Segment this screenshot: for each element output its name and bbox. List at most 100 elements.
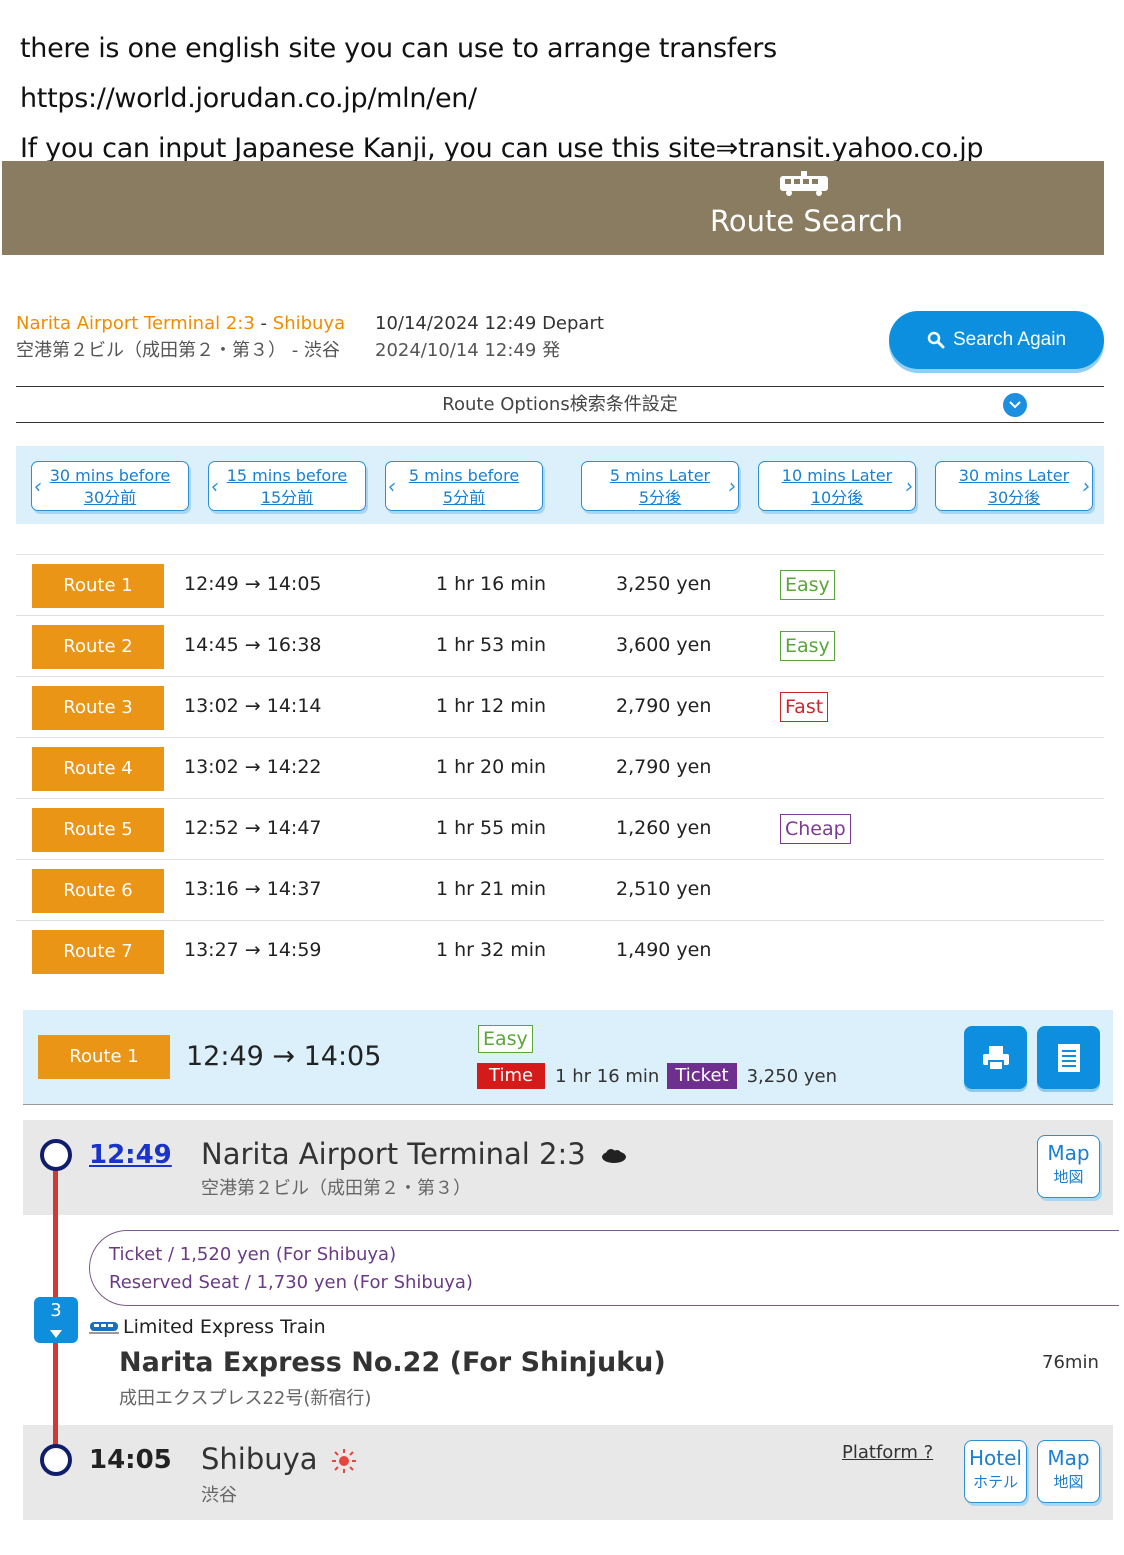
stations-en: Narita Airport Terminal 2:3 - Shibuya (16, 310, 345, 337)
stop-marker (40, 1444, 72, 1476)
arrival-map-button[interactable]: Map 地図 (1037, 1440, 1100, 1503)
route-search-banner: Route Search (2, 161, 1104, 255)
departure-name-jp: 空港第２ビル（成田第２・第３） (201, 1178, 471, 1199)
ticket-label: Ticket (667, 1063, 737, 1089)
train-name-jp: 成田エクスプレス22号(新宿行) (119, 1388, 372, 1409)
arrival-name-jp: 渋谷 (201, 1485, 237, 1506)
document-icon (1057, 1043, 1080, 1072)
route-badge[interactable]: Route 6 (32, 869, 164, 913)
train-icon (780, 171, 828, 196)
chevron-right-icon: › (1082, 474, 1090, 498)
shift-label-jp: 5分前 (442, 488, 486, 507)
route-times: 13:02 → 14:22 (184, 756, 322, 778)
departure-time-link[interactable]: 12:49 (89, 1140, 172, 1170)
route-times: 14:45 → 16:38 (184, 634, 322, 656)
platform-number-badge: 3 (34, 1297, 78, 1343)
route-tag: Easy (780, 631, 835, 661)
search-datetime: 10/14/2024 12:49 Depart 2024/10/14 12:49… (375, 310, 604, 364)
shift-label-jp: 15分前 (260, 488, 314, 507)
hotel-button[interactable]: Hotel ホテル (964, 1440, 1027, 1503)
time-label: Time (477, 1063, 546, 1089)
ticket-info: Ticket / 1,520 yen (For Shibuya) Reserve… (89, 1230, 1119, 1306)
shift-label-jp: 30分前 (83, 488, 137, 507)
intro-line-1: there is one english site you can use to… (20, 33, 777, 64)
chevron-down-icon[interactable] (1003, 393, 1027, 417)
route-badge[interactable]: Route 5 (32, 808, 164, 852)
shift-5-later-button[interactable]: 5 mins Later 5分後 › (581, 461, 739, 511)
route-options-label: Route Options検索条件設定 (442, 394, 678, 415)
route-row[interactable]: Route 1 12:49 → 14:05 1 hr 16 min 3,250 … (16, 555, 1104, 616)
route-times: 13:27 → 14:59 (184, 939, 322, 961)
intro-link-jorudan[interactable]: https://world.jorudan.co.jp/mln/en/ (20, 74, 1110, 124)
route-fare: 3,600 yen (616, 634, 712, 656)
intro-text: there is one english site you can use to… (20, 24, 1110, 174)
arrival-station-name: Shibuya (201, 1442, 357, 1476)
arrival-name: Shibuya (201, 1442, 318, 1476)
route-options-toggle[interactable]: Route Options検索条件設定 (16, 386, 1104, 423)
page-title: Route Search (710, 204, 904, 238)
hotel-label: Hotel (969, 1446, 1022, 1470)
train-duration: 76min (1042, 1352, 1099, 1373)
route-row[interactable]: Route 3 13:02 → 14:14 1 hr 12 min 2,790 … (16, 677, 1104, 738)
route-badge[interactable]: Route 2 (32, 625, 164, 669)
to-station: Shibuya (272, 313, 346, 334)
shift-label-en: 30 mins before (49, 466, 171, 485)
route-duration: 1 hr 12 min (436, 695, 547, 717)
search-again-label: Search Again (952, 329, 1067, 350)
route-times: 13:02 → 14:14 (184, 695, 322, 717)
station-separator: - (254, 313, 273, 334)
route-row[interactable]: Route 2 14:45 → 16:38 1 hr 53 min 3,600 … (16, 616, 1104, 677)
shift-label-jp: 10分後 (810, 488, 864, 507)
departure-stop: 12:49 Narita Airport Terminal 2:3 空港第２ビル… (23, 1120, 1113, 1215)
route-fare: 3,250 yen (616, 573, 712, 595)
shift-label-en: 5 mins Later (609, 466, 711, 485)
route-times: 13:16 → 14:37 (184, 878, 322, 900)
cloud-icon (601, 1149, 626, 1163)
print-button[interactable] (964, 1026, 1027, 1089)
route-badge[interactable]: Route 1 (32, 564, 164, 608)
shift-30-before-button[interactable]: ‹ 30 mins before 30分前 (31, 461, 189, 511)
sun-icon (331, 1449, 356, 1473)
stop-marker (40, 1139, 72, 1171)
chevron-left-icon: ‹ (34, 474, 42, 498)
chevron-left-icon: ‹ (211, 474, 219, 498)
train-name: Narita Express No.22 (For Shinjuku) (119, 1347, 666, 1378)
shift-30-later-button[interactable]: 30 mins Later 30分後 › (935, 461, 1093, 511)
search-icon (927, 331, 945, 349)
route-row[interactable]: Route 5 12:52 → 14:47 1 hr 55 min 1,260 … (16, 799, 1104, 860)
route-badge[interactable]: Route 4 (32, 747, 164, 791)
departure-name: Narita Airport Terminal 2:3 (201, 1137, 586, 1171)
detail-fare: 3,250 yen (746, 1065, 837, 1087)
detail-route-badge: Route 1 (38, 1035, 170, 1079)
shift-label-en: 30 mins Later (958, 466, 1070, 485)
detail-meta: Time 1 hr 16 min Ticket 3,250 yen (477, 1063, 845, 1089)
route-fare: 1,260 yen (616, 817, 712, 839)
route-duration: 1 hr 53 min (436, 634, 547, 656)
platform-link[interactable]: Platform ? (842, 1442, 933, 1463)
search-stations: Narita Airport Terminal 2:3 - Shibuya 空港… (16, 310, 345, 364)
route-row[interactable]: Route 7 13:27 → 14:59 1 hr 32 min 1,490 … (16, 921, 1104, 982)
train-type: Limited Express Train (89, 1316, 326, 1338)
route-times: 12:52 → 14:47 (184, 817, 322, 839)
route-row[interactable]: Route 4 13:02 → 14:22 1 hr 20 min 2,790 … (16, 738, 1104, 799)
shift-label-en: 10 mins Later (781, 466, 893, 485)
chevron-left-icon: ‹ (388, 474, 396, 498)
map-label: Map (1047, 1446, 1090, 1470)
document-button[interactable] (1037, 1026, 1100, 1089)
route-tag: Easy (780, 570, 835, 600)
search-again-button[interactable]: Search Again (889, 311, 1104, 369)
shift-label-en: 5 mins before (408, 466, 520, 485)
route-duration: 1 hr 20 min (436, 756, 547, 778)
route-row[interactable]: Route 6 13:16 → 14:37 1 hr 21 min 2,510 … (16, 860, 1104, 921)
shift-label-jp: 5分後 (638, 488, 682, 507)
shift-label-jp: 30分後 (987, 488, 1041, 507)
shift-10-later-button[interactable]: 10 mins Later 10分後 › (758, 461, 916, 511)
route-list: Route 1 12:49 → 14:05 1 hr 16 min 3,250 … (16, 554, 1104, 982)
route-badge[interactable]: Route 3 (32, 686, 164, 730)
shift-5-before-button[interactable]: ‹ 5 mins before 5分前 (385, 461, 543, 511)
route-badge[interactable]: Route 7 (32, 930, 164, 974)
departure-map-button[interactable]: Map 地図 (1037, 1135, 1100, 1198)
route-duration: 1 hr 21 min (436, 878, 547, 900)
shift-15-before-button[interactable]: ‹ 15 mins before 15分前 (208, 461, 366, 511)
route-tag: Cheap (780, 814, 851, 844)
